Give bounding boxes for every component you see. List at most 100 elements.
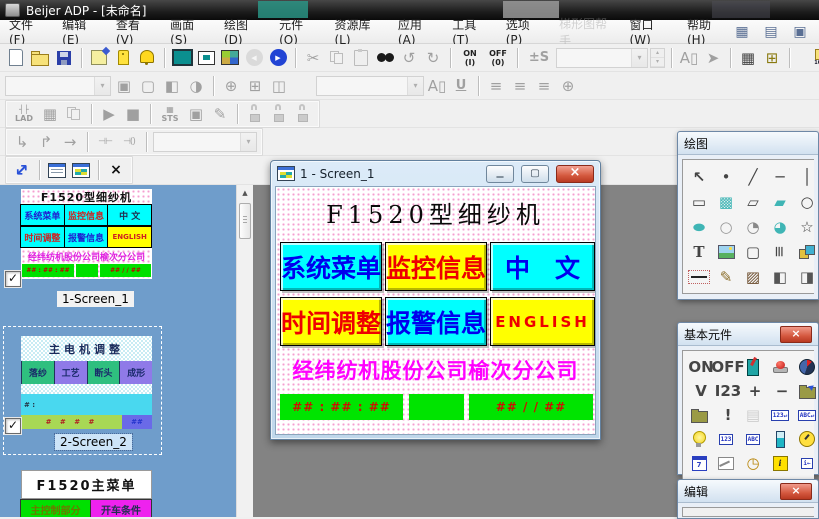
increment-element[interactable]: + [740, 379, 770, 403]
dock-toggle[interactable]: ↔ [6, 154, 37, 185]
pen-style-tool[interactable]: ✎ [713, 264, 739, 289]
thumb-button[interactable]: 时间调整 [20, 226, 65, 248]
grid-small[interactable]: ▦ [733, 23, 751, 41]
off-button-element[interactable]: OFF [713, 355, 743, 379]
ascii-entry-element[interactable]: ABC↵ [794, 403, 819, 427]
menu-object[interactable]: 元件(O) [270, 20, 325, 43]
scale-tool[interactable]: ≡ [768, 239, 793, 265]
menu-screen[interactable]: 画面(S) [161, 20, 215, 43]
ellipse-tool[interactable]: ○ [713, 214, 739, 239]
style-copy-tool[interactable]: ◧ [767, 264, 793, 289]
panel-scrollbar[interactable] [236, 185, 253, 517]
menu-file[interactable]: 文件(F) [0, 20, 53, 43]
thumb-button[interactable]: 报警信息 [64, 226, 109, 248]
date-display[interactable]: ## / / ## [469, 394, 593, 420]
menu-view[interactable]: 查看(V) [107, 20, 161, 43]
screen-canvas[interactable]: F1520型细纱机 系统菜单监控信息中 文时间调整报警信息ENGLISH 经纬纺… [275, 186, 596, 435]
hline-tool[interactable]: ─ [767, 164, 793, 189]
bar-graph-element[interactable] [767, 427, 793, 451]
open-project[interactable] [29, 47, 51, 69]
toggle-switch-element[interactable] [740, 355, 766, 379]
frame-tool[interactable]: ▢ [740, 239, 766, 264]
screen2-label[interactable]: 2-Screen_2 [55, 434, 132, 450]
clipart-tool[interactable] [794, 239, 819, 264]
thumb-button[interactable]: 中 文 [107, 204, 152, 226]
info-display-element[interactable]: i [767, 451, 793, 475]
thumb-button[interactable]: 监控信息 [64, 204, 109, 226]
status-display[interactable] [409, 394, 464, 420]
save-project[interactable] [53, 47, 75, 69]
date-display-element[interactable]: 7 [686, 451, 712, 475]
line-style-tool[interactable] [686, 264, 712, 289]
edit-palette-titlebar[interactable]: 编辑 [678, 480, 818, 503]
screen1-label[interactable]: 1-Screen_1 [57, 291, 134, 307]
screen-title-text[interactable]: F1520型细纱机 [276, 195, 595, 230]
numeric-element[interactable]: I23 [713, 379, 743, 403]
restore-button[interactable] [521, 165, 549, 183]
filled-rect-tool[interactable]: ▩ [713, 189, 739, 214]
screen1-thumbnail[interactable]: F1520型细纱机 系统菜单监控信息中 文 时间调整报警信息ENGLISH 经纬… [21, 189, 152, 279]
menu-window[interactable]: 窗口(W) [621, 20, 678, 43]
alarm-info-button[interactable]: 报警信息 [385, 297, 487, 346]
menu-edit[interactable]: 编辑(E) [53, 20, 107, 43]
time-display[interactable]: ## : ## : ## [280, 394, 403, 420]
clock-element[interactable]: ◷ [740, 451, 766, 475]
next-screen[interactable] [267, 47, 289, 69]
system-menu-button[interactable]: 系统菜单 [280, 242, 382, 291]
drawing-palette-titlebar[interactable]: 绘图 [678, 132, 818, 155]
thumb-button[interactable]: 主控制部分 [20, 499, 91, 517]
thumb-button[interactable]: 工艺 [54, 361, 87, 384]
close-button[interactable] [556, 165, 594, 183]
on-state[interactable]: ON(I) [457, 47, 483, 69]
parallelogram-tool[interactable]: ▱ [740, 189, 766, 214]
style-paste-tool[interactable]: ◨ [794, 264, 819, 289]
basic-palette-titlebar[interactable]: 基本元件 [678, 323, 818, 346]
screen2-thumbnail[interactable]: 主电机调整 落纱工艺断头成形 # : # # # # ## [21, 336, 152, 429]
new-project[interactable] [5, 47, 27, 69]
screen-preview[interactable] [195, 47, 217, 69]
palette-close-icon[interactable] [780, 483, 812, 500]
menu-options[interactable]: 选项(P) [497, 20, 550, 43]
select-tool[interactable]: ↖ [686, 164, 712, 189]
grid-settings[interactable]: ⊞ [761, 47, 783, 69]
english-button[interactable]: ENGLISH [490, 297, 595, 346]
screen-thumb-view[interactable] [70, 159, 92, 181]
arc-tool[interactable]: ◔ [740, 214, 766, 239]
alarm-setup[interactable] [136, 47, 158, 69]
alarm-element[interactable]: ! [713, 403, 743, 427]
menu-draw[interactable]: 绘图(D) [215, 20, 270, 43]
monitor-info-button[interactable]: 监控信息 [385, 242, 487, 291]
menu-library[interactable]: 资源库(L) [325, 20, 388, 43]
grid-toggle[interactable]: ▦ [737, 47, 759, 69]
editor-title-bar[interactable]: 1 - Screen_1 [271, 161, 600, 186]
rect-tool[interactable]: ▭ [686, 189, 712, 214]
palette-close-icon[interactable] [780, 326, 812, 343]
thumb-button[interactable]: 断头 [87, 361, 120, 384]
tile-windows[interactable]: ▤ [762, 23, 780, 41]
download-to-hmi[interactable]: 10101 [812, 47, 819, 69]
ascii-display-element[interactable]: ABC [740, 427, 766, 451]
screen1-checkbox[interactable] [5, 271, 21, 287]
delete-screen[interactable]: × [105, 159, 127, 181]
input-indicator-element[interactable]: i← [794, 451, 819, 475]
trend-graph-element[interactable] [713, 451, 739, 475]
thumb-button[interactable]: 系统菜单 [20, 204, 65, 226]
open-screen[interactable] [171, 47, 193, 69]
pie-tool[interactable]: ◕ [767, 214, 793, 239]
filled-ellipse-tool[interactable]: ● [686, 218, 712, 234]
screen-properties[interactable] [88, 47, 110, 69]
decrement-element[interactable]: − [767, 379, 797, 403]
recipe-load-element[interactable] [686, 403, 712, 427]
chinese-button[interactable]: 中 文 [490, 242, 595, 291]
indicator-lamp-element[interactable] [686, 427, 712, 451]
brush-fill-tool[interactable]: ▨ [740, 264, 766, 289]
thumb-button[interactable]: ENGLISH [107, 226, 152, 248]
text-tool[interactable]: T [686, 239, 712, 264]
screen2-checkbox[interactable] [5, 418, 21, 434]
thumb-button[interactable]: 开车条件 [90, 499, 152, 517]
time-adjust-button[interactable]: 时间调整 [280, 297, 382, 346]
rotary-switch-element[interactable] [794, 355, 819, 379]
new-window[interactable]: ▣ [791, 23, 809, 41]
off-state[interactable]: OFF(0) [485, 47, 511, 69]
thumb-button[interactable]: 成形 [119, 361, 152, 384]
